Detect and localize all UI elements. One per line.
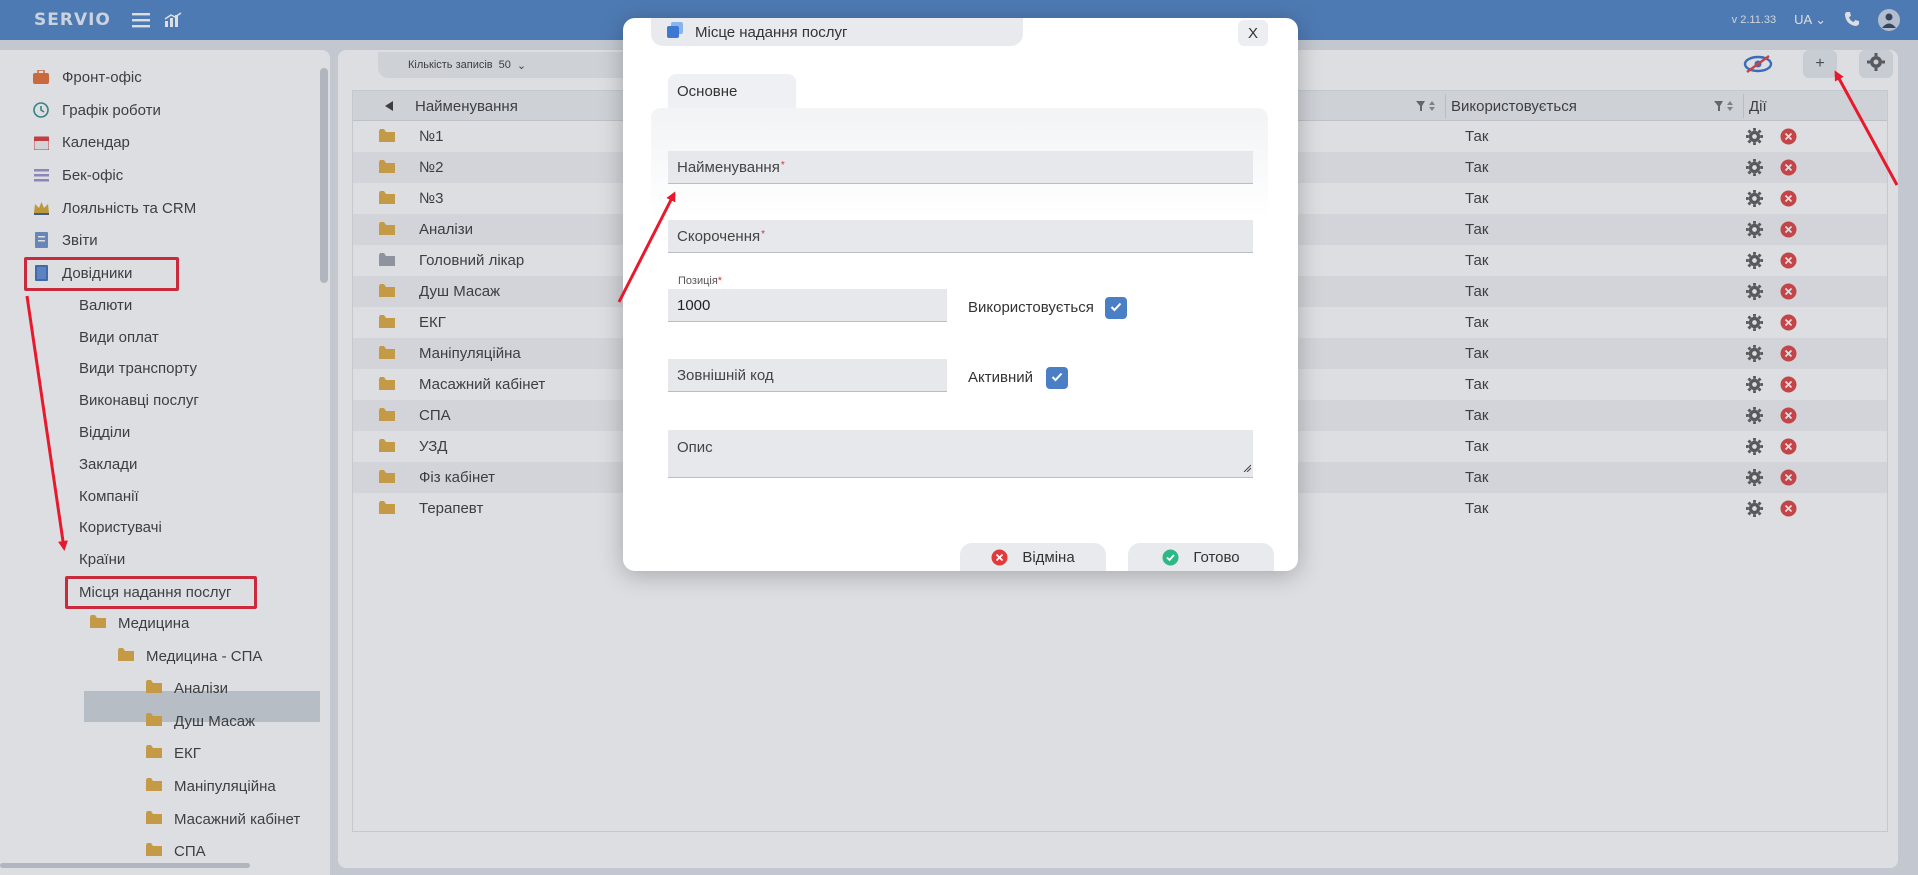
- cancel-label: Відміна: [1022, 548, 1075, 566]
- cancel-button[interactable]: Відміна: [960, 543, 1106, 571]
- ok-button[interactable]: Готово: [1128, 543, 1274, 571]
- description-placeholder: Опис: [677, 439, 713, 456]
- name-field[interactable]: Найменування *: [668, 151, 1253, 184]
- position-label-text: Позиція: [678, 275, 718, 287]
- required-mark: *: [761, 229, 766, 240]
- name-field-placeholder: Найменування: [677, 158, 780, 176]
- dialog-title-bar: Місце надання послуг: [651, 18, 1023, 46]
- check-icon: [1051, 369, 1063, 387]
- active-label: Активний: [968, 368, 1033, 386]
- check-circle-icon: [1162, 549, 1179, 566]
- short-name-placeholder: Скорочення: [677, 227, 761, 245]
- external-code-field[interactable]: Зовнішній код: [668, 359, 947, 392]
- short-name-field[interactable]: Скорочення *: [668, 220, 1253, 253]
- tab-main[interactable]: Основне: [668, 74, 796, 108]
- external-code-placeholder: Зовнішній код: [677, 366, 774, 384]
- cancel-icon: [991, 549, 1008, 566]
- service-location-dialog: Місце надання послуг X Основне Найменува…: [623, 18, 1298, 571]
- ok-label: Готово: [1193, 548, 1240, 566]
- position-value: 1000: [677, 296, 711, 314]
- check-icon: [1110, 299, 1122, 317]
- close-button[interactable]: X: [1238, 20, 1268, 46]
- position-label: Позиція*: [678, 275, 722, 287]
- position-input[interactable]: 1000: [668, 289, 947, 322]
- used-label: Використовується: [968, 298, 1094, 316]
- used-checkbox[interactable]: [1105, 297, 1127, 319]
- description-textarea[interactable]: Опис: [668, 430, 1253, 478]
- window-icon: [667, 22, 683, 42]
- required-mark: *: [780, 160, 785, 171]
- resize-handle-icon[interactable]: [1243, 459, 1252, 476]
- required-mark: *: [717, 275, 723, 287]
- dialog-title: Місце надання послуг: [695, 23, 848, 41]
- active-checkbox[interactable]: [1046, 367, 1068, 389]
